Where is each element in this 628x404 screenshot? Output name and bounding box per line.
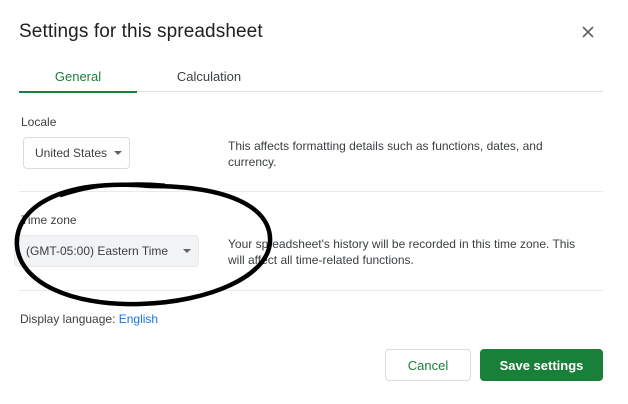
display-language-link[interactable]: English [119, 312, 158, 326]
save-settings-button[interactable]: Save settings [480, 349, 603, 381]
cancel-button[interactable]: Cancel [385, 349, 471, 381]
locale-select[interactable]: United States [23, 137, 130, 169]
locale-label: Locale [21, 115, 57, 129]
tab-bar: General Calculation [19, 64, 603, 93]
caret-down-icon [183, 249, 191, 253]
divider [19, 290, 603, 291]
tab-calculation[interactable]: Calculation [159, 64, 259, 92]
dialog-title: Settings for this spreadsheet [19, 21, 263, 42]
tab-general[interactable]: General [19, 64, 137, 93]
locale-value: United States [35, 146, 108, 160]
close-icon[interactable] [576, 20, 600, 44]
divider [19, 191, 603, 192]
time-zone-label: Time zone [21, 213, 77, 227]
hand-drawn-ellipse-annotation [14, 182, 273, 307]
time-zone-value: (GMT-05:00) Eastern Time [26, 244, 169, 258]
caret-down-icon [114, 151, 122, 155]
display-language: Display language: English [20, 312, 158, 326]
locale-description: This affects formatting details such as … [228, 139, 543, 169]
time-zone-select[interactable]: (GMT-05:00) Eastern Time [14, 235, 199, 267]
time-zone-description: Your spreadsheet's history will be recor… [228, 237, 576, 267]
display-language-label: Display language: [20, 312, 116, 326]
settings-dialog: Settings for this spreadsheet General Ca… [0, 0, 628, 404]
